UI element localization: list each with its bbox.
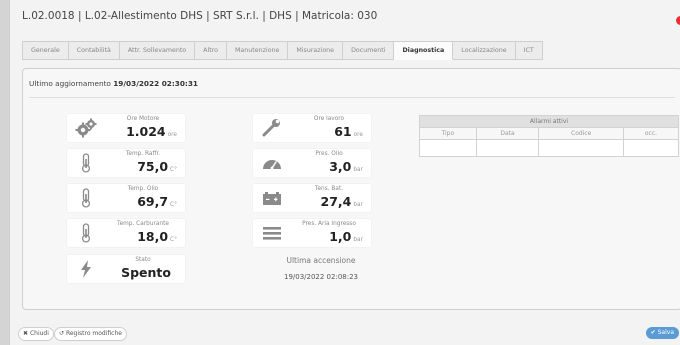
alarms-title: Allarmi attivi (419, 115, 679, 128)
card-work-hours: Ore lavoro 61 ore (253, 114, 371, 142)
gauge-icon (263, 160, 281, 170)
wrench-icon (262, 119, 280, 137)
last-update-label: Ultimo aggiornamento (29, 79, 111, 88)
change-log-label: Registro modifiche (65, 330, 122, 337)
last-ignition-label: Ultima accensione (286, 256, 356, 265)
tab-ict[interactable]: ICT (515, 41, 543, 60)
last-update-value: 19/03/2022 02:30:31 (113, 79, 199, 88)
last-update: Ultimo aggiornamento 19/03/2022 02:30:31 (29, 79, 198, 88)
tab-contabilita[interactable]: Contabilità (68, 41, 120, 60)
card-oil-temp: Temp. Olio 69,7 C° (67, 184, 185, 212)
record-window: L.02.0018 | L.02-Allestimento DHS | SRT … (9, 0, 680, 345)
tab-misurazione[interactable]: Misurazione (288, 41, 344, 60)
last-ignition: Ultima accensione 19/03/2022 02:08:23 (261, 256, 381, 281)
close-icon: ✖ (23, 330, 29, 337)
table-cell (419, 139, 477, 157)
tab-localizzazione[interactable]: Localizzazione (453, 41, 516, 60)
card-fuel-temp: Temp. Carburante 18,0 C° (67, 219, 185, 247)
card-state: Stato Spento (67, 255, 185, 283)
menu-lines-icon (263, 227, 281, 240)
card-air-inlet-pressure: Pres. Aria Ingresso 1,0 bar (253, 219, 371, 247)
tab-diagnostica[interactable]: Diagnostica (394, 41, 454, 60)
column-header: Data (475, 127, 540, 140)
title-bar: L.02.0018 | L.02-Allestimento DHS | SRT … (10, 0, 680, 34)
lightning-icon (81, 260, 91, 278)
close-window-button[interactable] (676, 16, 680, 25)
table-cell (622, 139, 680, 157)
close-button[interactable]: ✖ Chiudi (18, 327, 54, 341)
table-cell (538, 139, 624, 157)
card-value: Spento (121, 265, 171, 280)
change-log-button[interactable]: ↺ Registro modifiche (54, 327, 127, 341)
tab-generale[interactable]: Generale (22, 41, 69, 60)
footer-bar: ✖ Chiudi ↺ Registro modifiche ✔ Salva (10, 324, 680, 345)
save-button-label: Salva (657, 329, 674, 336)
table-cell (475, 139, 540, 157)
card-oil-pressure: Pres. Olio 3,0 bar (253, 149, 371, 177)
battery-icon (263, 192, 281, 205)
tab-altro[interactable]: Altro (195, 41, 227, 60)
tab-bar: Generale Contabilità Attr. Sollevamento … (22, 41, 543, 60)
history-icon: ↺ (59, 330, 65, 337)
card-value: 27,4 bar (320, 194, 363, 209)
card-label: Tens. Bat. (314, 186, 344, 192)
card-label: Temp. Raffr. (125, 151, 161, 157)
thermometer-icon (81, 153, 91, 173)
card-value: 69,7 C° (137, 194, 177, 209)
card-battery-voltage: Tens. Bat. 27,4 bar (253, 184, 371, 212)
window-title: L.02.0018 | L.02-Allestimento DHS | SRT … (22, 10, 378, 22)
card-value: 3,0 bar (329, 159, 363, 174)
card-label: Ore Motore (126, 116, 160, 122)
check-icon: ✔ (650, 329, 656, 336)
card-value: 61 ore (334, 124, 363, 139)
tab-manutenzione[interactable]: Manutenzione (226, 41, 289, 60)
column-header: occ. (622, 127, 680, 140)
tab-attr-sollevamento[interactable]: Attr. Sollevamento (119, 41, 196, 60)
close-button-label: Chiudi (29, 330, 49, 337)
card-label: Pres. Olio (315, 151, 343, 157)
column-header: Tipo (419, 127, 477, 140)
save-button[interactable]: ✔ Salva (645, 327, 679, 339)
left-edge-strip (0, 0, 9, 345)
card-engine-hours: Ore Motore 1.024 ore (67, 114, 185, 142)
card-label: Temp. Carburante (117, 221, 169, 227)
diagnostics-panel: Ultimo aggiornamento 19/03/2022 02:30:31… (22, 68, 680, 310)
tab-documenti[interactable]: Documenti (343, 41, 395, 60)
card-value: 1.024 ore (126, 124, 177, 139)
last-ignition-value: 19/03/2022 02:08:23 (283, 273, 358, 281)
card-label: Ore lavoro (313, 116, 345, 122)
thermometer-icon (81, 188, 91, 208)
card-value: 18,0 C° (137, 229, 177, 244)
card-value: 1,0 bar (329, 229, 363, 244)
thermometer-icon (81, 223, 91, 243)
divider (29, 97, 675, 98)
card-label: Stato (135, 257, 151, 263)
active-alarms-table: Allarmi attivi Tipo Data Codice occ. (419, 115, 680, 157)
card-label: Pres. Aria Ingresso (302, 221, 356, 227)
gears-icon (75, 118, 97, 138)
card-label: Temp. Olio (127, 186, 159, 192)
card-value: 75,0 C° (137, 159, 177, 174)
card-coolant-temp: Temp. Raffr. 75,0 C° (67, 149, 185, 177)
column-header: Codice (538, 127, 624, 140)
